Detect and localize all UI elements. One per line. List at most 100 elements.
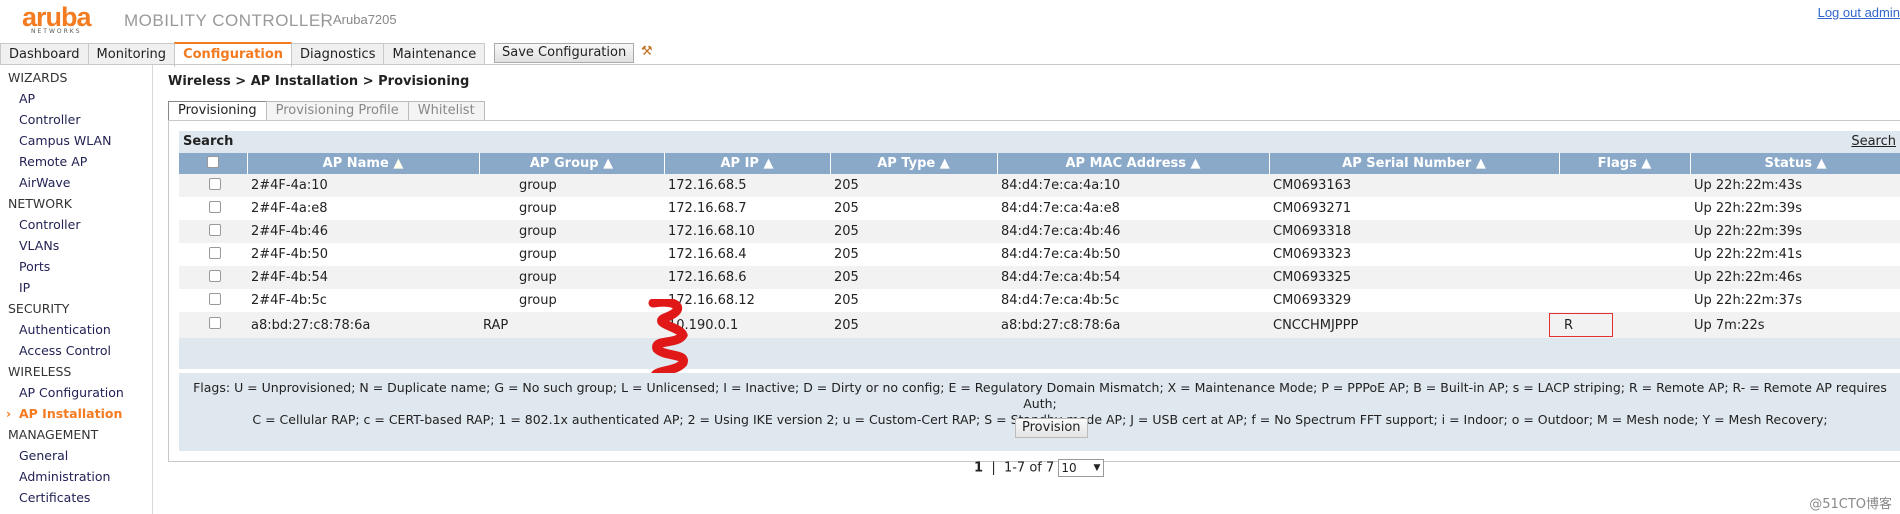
table-row[interactable]: 2#4F-4b:46 group 172.16.68.10 205 84:d4:… xyxy=(179,220,1900,243)
chevron-down-icon: ▼ xyxy=(1093,463,1101,473)
ap-serial-cell: CM0693329 xyxy=(1269,289,1559,312)
ap-group-cell: group xyxy=(479,220,664,243)
sidebar-section-security: SECURITY xyxy=(8,301,70,316)
row-checkbox[interactable] xyxy=(179,266,247,289)
row-checkbox[interactable] xyxy=(179,289,247,312)
checkbox[interactable] xyxy=(206,155,219,168)
ap-type-cell: 205 xyxy=(830,174,997,197)
current-page[interactable]: 1 xyxy=(974,461,983,476)
table-row[interactable]: 2#4F-4b:5c group 172.16.68.12 205 84:d4:… xyxy=(179,289,1900,312)
provision-button[interactable]: Provision xyxy=(1015,418,1088,438)
ap-group-cell: group xyxy=(479,197,664,220)
select-all-checkbox[interactable] xyxy=(179,153,248,174)
checkbox[interactable] xyxy=(209,223,221,236)
table-row[interactable]: 2#4F-4a:e8 group 172.16.68.7 205 84:d4:7… xyxy=(179,197,1900,220)
page-size-value: 10 xyxy=(1061,461,1077,475)
col-ap-ip[interactable]: AP IP ▲ xyxy=(664,153,831,174)
checkbox[interactable] xyxy=(209,177,221,190)
ap-serial-cell: CM0693323 xyxy=(1269,243,1559,266)
col-ap-name[interactable]: AP Name ▲ xyxy=(247,153,480,174)
ap-flags-cell xyxy=(1559,289,1690,312)
header-separator: | xyxy=(320,12,325,28)
checkbox[interactable] xyxy=(209,246,221,259)
save-configuration-button[interactable]: Save Configuration xyxy=(494,43,635,63)
tab-provisioning-profile[interactable]: Provisioning Profile xyxy=(265,101,409,121)
checkbox[interactable] xyxy=(209,200,221,213)
table-row[interactable]: a8:bd:27:c8:78:6a RAP 10.190.0.1 205 a8:… xyxy=(179,312,1900,338)
col-ap-group[interactable]: AP Group ▲ xyxy=(479,153,665,174)
product-name: MOBILITY CONTROLLER xyxy=(124,11,334,30)
pin-icon[interactable]: ⚒ xyxy=(641,44,653,59)
col-ap-serial[interactable]: AP Serial Number ▲ xyxy=(1269,153,1560,174)
row-checkbox[interactable] xyxy=(179,243,247,266)
logo-sub: NETWORKS xyxy=(31,28,82,35)
ap-table: AP Name ▲ AP Group ▲ AP IP ▲ AP Type ▲ A… xyxy=(179,153,1900,338)
tab-maintenance[interactable]: Maintenance xyxy=(383,43,486,65)
ap-name-cell: 2#4F-4a:e8 xyxy=(247,197,479,220)
ap-mac-cell: 84:d4:7e:ca:4b:46 xyxy=(997,220,1269,243)
col-status[interactable]: Status ▲ xyxy=(1690,153,1900,174)
ap-group-cell: group xyxy=(479,174,664,197)
logout-link[interactable]: Log out admin xyxy=(1818,5,1900,20)
sidebar-item-ports[interactable]: Ports xyxy=(0,256,152,277)
pager-separator: | xyxy=(991,460,996,476)
search-link[interactable]: Search xyxy=(1851,134,1896,149)
page-size-select[interactable]: 10 ▼ xyxy=(1058,459,1105,477)
search-title: Search xyxy=(183,134,234,149)
checkbox[interactable] xyxy=(209,292,221,305)
sidebar-item-certificates[interactable]: Certificates xyxy=(0,487,152,508)
sidebar-item-campus-wlan[interactable]: Campus WLAN xyxy=(0,130,152,151)
row-checkbox[interactable] xyxy=(179,220,247,243)
tab-monitoring[interactable]: Monitoring xyxy=(87,43,176,65)
ap-serial-cell: CM0693163 xyxy=(1269,174,1559,197)
ap-status-cell: Up 22h:22m:43s xyxy=(1690,174,1900,197)
aruba-logo: aruba NETWORKS xyxy=(22,4,92,36)
ap-mac-cell: 84:d4:7e:ca:4b:54 xyxy=(997,266,1269,289)
sort-arrow-icon: ▲ xyxy=(1816,156,1827,171)
sidebar-item-ap[interactable]: AP xyxy=(0,88,152,109)
table-row[interactable]: 2#4F-4b:50 group 172.16.68.4 205 84:d4:7… xyxy=(179,243,1900,266)
ap-flags-cell: R xyxy=(1549,312,1690,338)
sidebar-item-authentication[interactable]: Authentication xyxy=(0,319,152,340)
sidebar-item-ap-installation[interactable]: AP Installation xyxy=(0,403,152,424)
tab-diagnostics[interactable]: Diagnostics xyxy=(291,43,385,65)
row-checkbox[interactable] xyxy=(179,312,247,338)
ap-status-cell: Up 22h:22m:46s xyxy=(1690,266,1900,289)
ap-flags-cell xyxy=(1559,197,1690,220)
sidebar-item-access-control[interactable]: Access Control xyxy=(0,340,152,361)
sidebar-item-vlans[interactable]: VLANs xyxy=(0,235,152,256)
row-checkbox[interactable] xyxy=(179,197,247,220)
sidebar-item-airwave[interactable]: AirWave xyxy=(0,172,152,193)
sidebar-item-general[interactable]: General xyxy=(0,445,152,466)
table-row[interactable]: 2#4F-4b:54 group 172.16.68.6 205 84:d4:7… xyxy=(179,266,1900,289)
nav-divider xyxy=(0,64,1900,65)
ap-ip-cell: 172.16.68.10 xyxy=(664,220,830,243)
tab-whitelist[interactable]: Whitelist xyxy=(407,101,485,121)
tab-dashboard[interactable]: Dashboard xyxy=(0,43,89,65)
checkbox[interactable] xyxy=(209,317,221,329)
sidebar-section-wizards: WIZARDS xyxy=(8,70,68,85)
sidebar-item-remote-ap[interactable]: Remote AP xyxy=(0,151,152,172)
col-label: Flags xyxy=(1597,156,1637,171)
row-checkbox[interactable] xyxy=(179,174,247,197)
sidebar-section-wireless: WIRELESS xyxy=(8,364,72,379)
sidebar-section-management: MANAGEMENT xyxy=(8,427,99,442)
checkbox[interactable] xyxy=(209,269,221,282)
sort-arrow-icon: ▲ xyxy=(1641,156,1652,171)
ap-ip-cell: 172.16.68.5 xyxy=(664,174,830,197)
sidebar-item-controller[interactable]: Controller xyxy=(0,109,152,130)
col-ap-type[interactable]: AP Type ▲ xyxy=(830,153,998,174)
provisioning-panel: Search Search AP Name ▲ AP Group ▲ AP IP… xyxy=(168,120,1900,477)
sidebar-item-ip[interactable]: IP xyxy=(0,277,152,298)
table-row[interactable]: 2#4F-4a:10 group 172.16.68.5 205 84:d4:7… xyxy=(179,174,1900,197)
sidebar-item-ap-configuration[interactable]: AP Configuration xyxy=(0,382,152,403)
ap-name-cell: 2#4F-4b:54 xyxy=(247,266,479,289)
ap-mac-cell: 84:d4:7e:ca:4b:5c xyxy=(997,289,1269,312)
col-ap-mac[interactable]: AP MAC Address ▲ xyxy=(997,153,1270,174)
col-flags[interactable]: Flags ▲ xyxy=(1559,153,1691,174)
sidebar-item-network-controller[interactable]: Controller xyxy=(0,214,152,235)
sidebar-item-administration[interactable]: Administration xyxy=(0,466,152,487)
tab-provisioning[interactable]: Provisioning xyxy=(168,101,267,121)
ap-serial-cell: CM0693271 xyxy=(1269,197,1559,220)
ap-ip-cell: 172.16.68.7 xyxy=(664,197,830,220)
